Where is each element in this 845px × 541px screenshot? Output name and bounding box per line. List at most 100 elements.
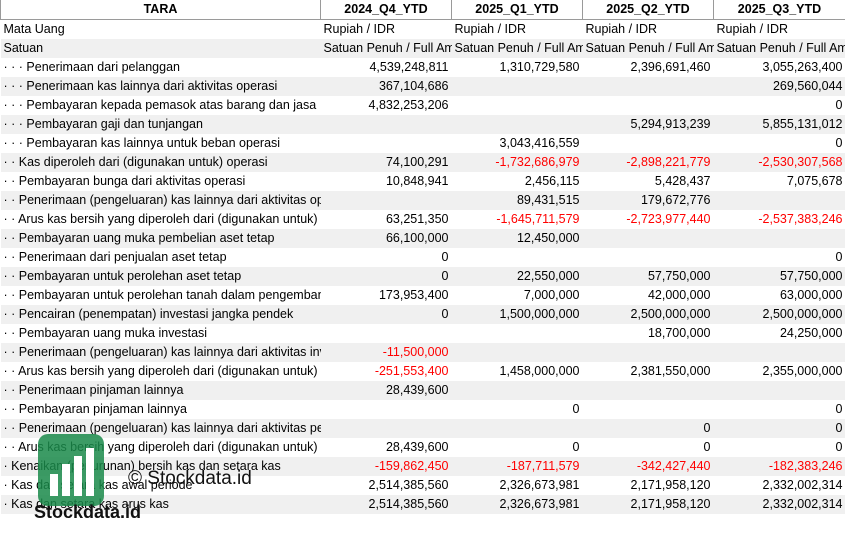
value-cell: 5,294,913,239: [582, 115, 714, 134]
value-cell: 10,848,941: [320, 172, 452, 191]
value-cell: [713, 229, 845, 248]
value-cell: 0: [713, 419, 845, 438]
cash-flow-table: TARA 2024_Q4_YTD 2025_Q1_YTD 2025_Q2_YTD…: [0, 0, 845, 514]
value-cell: 4,539,248,811: [320, 58, 452, 77]
meta-cell: Rupiah / IDR: [582, 19, 714, 39]
header-period: 2025_Q2_YTD: [582, 0, 714, 20]
value-cell: 173,953,400: [320, 286, 452, 305]
value-cell: [582, 400, 714, 419]
table-row: · · Penerimaan (pengeluaran) kas lainnya…: [0, 343, 845, 362]
value-cell: 2,332,002,314: [713, 495, 845, 514]
value-cell: [713, 191, 845, 210]
value-cell: 0: [320, 248, 452, 267]
value-cell: 63,251,350: [320, 210, 452, 229]
value-cell: 12,450,000: [451, 229, 583, 248]
header-period: 2024_Q4_YTD: [320, 0, 452, 20]
value-cell: 1,310,729,580: [451, 58, 583, 77]
value-cell: [451, 96, 583, 115]
value-cell: 0: [582, 438, 714, 457]
value-cell: 2,500,000,000: [582, 305, 714, 324]
value-cell: [451, 343, 583, 362]
value-cell: -2,723,977,440: [582, 210, 714, 229]
row-label: · · · Penerimaan dari pelanggan: [0, 58, 321, 77]
value-cell: -2,898,221,779: [582, 153, 714, 172]
value-cell: 7,075,678: [713, 172, 845, 191]
row-label: · · · Pembayaran kas lainnya untuk beban…: [0, 134, 321, 153]
table-row: · · Arus kas bersih yang diperoleh dari …: [0, 438, 845, 457]
row-label: · · Pembayaran untuk perolehan aset teta…: [0, 267, 321, 286]
table-row: · Kenaikan (penurunan) bersih kas dan se…: [0, 457, 845, 476]
header-period: 2025_Q3_YTD: [713, 0, 845, 20]
value-cell: 3,055,263,400: [713, 58, 845, 77]
row-label: · · Arus kas bersih yang diperoleh dari …: [0, 438, 321, 457]
meta-cell: Rupiah / IDR: [320, 19, 452, 39]
row-label: · · Pembayaran pinjaman lainnya: [0, 400, 321, 419]
value-cell: 42,000,000: [582, 286, 714, 305]
table-row: · · Pembayaran pinjaman lainnya 0 0: [0, 400, 845, 419]
row-label: · · Penerimaan (pengeluaran) kas lainnya…: [0, 191, 321, 210]
value-cell: 2,171,958,120: [582, 476, 714, 495]
row-label: · · Pembayaran bunga dari aktivitas oper…: [0, 172, 321, 191]
value-cell: -187,711,579: [451, 457, 583, 476]
table-row: · · Pembayaran untuk perolehan aset teta…: [0, 267, 845, 286]
meta-cell: Satuan Penuh / Full Amount: [451, 39, 583, 58]
row-label: · · · Pembayaran gaji dan tunjangan: [0, 115, 321, 134]
value-cell: 5,428,437: [582, 172, 714, 191]
value-cell: -2,530,307,568: [713, 153, 845, 172]
row-label: · · Penerimaan dari penjualan aset tetap: [0, 248, 321, 267]
value-cell: 2,332,002,314: [713, 476, 845, 495]
row-label: · · Penerimaan (pengeluaran) kas lainnya…: [0, 343, 321, 362]
value-cell: -251,553,400: [320, 362, 452, 381]
row-label: · · Pembayaran uang muka investasi: [0, 324, 321, 343]
row-label: · Kas dan setara kas arus kas: [0, 495, 321, 514]
value-cell: [582, 381, 714, 400]
value-cell: [320, 400, 452, 419]
table-row: · · Penerimaan (pengeluaran) kas lainnya…: [0, 419, 845, 438]
row-label: · · Pembayaran untuk perolehan tanah dal…: [0, 286, 321, 305]
value-cell: 3,043,416,559: [451, 134, 583, 153]
row-label: · · Penerimaan (pengeluaran) kas lainnya…: [0, 419, 321, 438]
value-cell: [320, 191, 452, 210]
value-cell: [582, 248, 714, 267]
value-cell: 22,550,000: [451, 267, 583, 286]
value-cell: 1,458,000,000: [451, 362, 583, 381]
value-cell: -11,500,000: [320, 343, 452, 362]
value-cell: 2,355,000,000: [713, 362, 845, 381]
row-label: · · · Pembayaran kepada pemasok atas bar…: [0, 96, 321, 115]
value-cell: [320, 115, 452, 134]
value-cell: 2,514,385,560: [320, 495, 452, 514]
value-cell: 0: [451, 438, 583, 457]
value-cell: 2,396,691,460: [582, 58, 714, 77]
value-cell: [320, 134, 452, 153]
meta-cell: Satuan Penuh / Full Amount: [582, 39, 714, 58]
header-label-column: TARA: [0, 0, 321, 20]
table-row: · Kas dan setara kas arus kas 2,514,385,5…: [0, 495, 845, 514]
row-label: · Kas dan setara kas awal periode: [0, 476, 321, 495]
value-cell: 28,439,600: [320, 438, 452, 457]
value-cell: 367,104,686: [320, 77, 452, 96]
table-row: · · Pembayaran untuk perolehan tanah dal…: [0, 286, 845, 305]
header-period: 2025_Q1_YTD: [451, 0, 583, 20]
value-cell: [451, 324, 583, 343]
value-cell: -1,732,686,979: [451, 153, 583, 172]
value-cell: -159,862,450: [320, 457, 452, 476]
value-cell: 0: [713, 134, 845, 153]
value-cell: -342,427,440: [582, 457, 714, 476]
row-label: · · Kas diperoleh dari (digunakan untuk)…: [0, 153, 321, 172]
value-cell: 57,750,000: [713, 267, 845, 286]
value-cell: 0: [713, 248, 845, 267]
table-row: · · Pencairan (penempatan) investasi jan…: [0, 305, 845, 324]
value-cell: [451, 115, 583, 134]
value-cell: [320, 419, 452, 438]
value-cell: -1,645,711,579: [451, 210, 583, 229]
value-cell: 7,000,000: [451, 286, 583, 305]
value-cell: [713, 343, 845, 362]
value-cell: [320, 324, 452, 343]
row-label: · · Penerimaan pinjaman lainnya: [0, 381, 321, 400]
value-cell: [451, 419, 583, 438]
value-cell: 2,326,673,981: [451, 476, 583, 495]
table-row: · Kas dan setara kas awal periode 2,514,3…: [0, 476, 845, 495]
row-label: Mata Uang: [0, 19, 321, 39]
value-cell: 0: [582, 419, 714, 438]
value-cell: 2,326,673,981: [451, 495, 583, 514]
